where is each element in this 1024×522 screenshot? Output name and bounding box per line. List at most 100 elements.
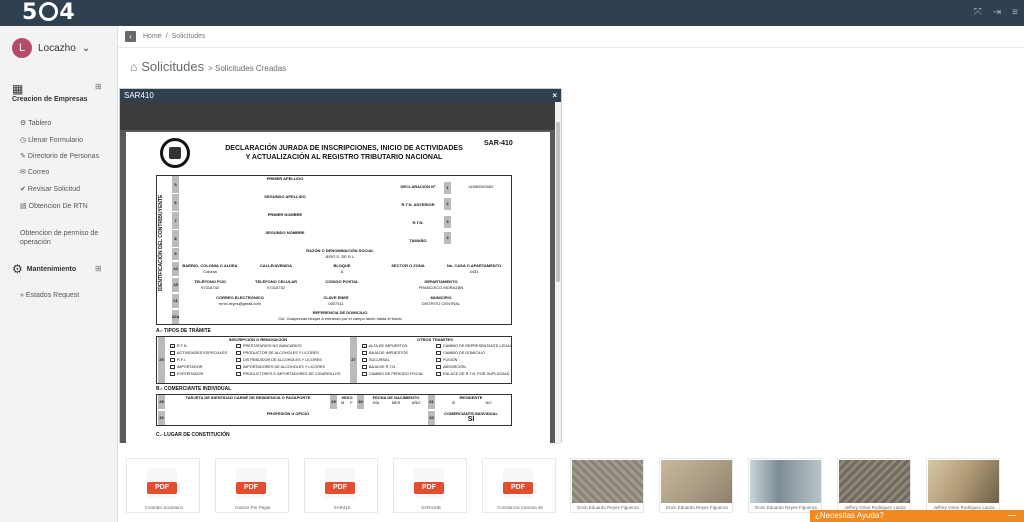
avatar: L <box>12 38 32 58</box>
label-postal: CÓDIGO POSTAL <box>325 279 359 284</box>
help-chat-widget[interactable]: ¿Necesitas Ayuda? — <box>810 510 1024 522</box>
checkbox[interactable] <box>362 372 367 376</box>
sidebar-item-permiso[interactable]: Obtencion de permiso de operación <box>20 229 110 247</box>
section-creacion-empresas[interactable]: ▦ Creacion de Empresas <box>12 82 87 103</box>
checkbox[interactable] <box>362 365 367 369</box>
field-number: 1 <box>444 182 451 194</box>
attachment-photo[interactable]: Emin Eduardo Reyes Figueroa <box>659 458 733 513</box>
checkbox-mark[interactable]: X <box>362 344 367 349</box>
modal-scrollbar[interactable] <box>555 102 561 444</box>
sidebar-item-label: Tablero <box>28 120 52 127</box>
check-label: EXPORTADOR <box>177 372 204 376</box>
field-number: 10 <box>172 262 179 276</box>
field-number: 28 <box>158 395 165 409</box>
check-label: ALTA DE IMPUESTOS <box>369 344 408 348</box>
top-navbar: 54 ⤧ ⇥ ≡ <box>0 0 1024 26</box>
checkbox[interactable] <box>170 358 175 362</box>
help-label: ¿Necesitas Ayuda? <box>815 511 884 520</box>
field-number: 32 <box>158 411 165 425</box>
checkbox[interactable] <box>236 344 241 348</box>
checkbox[interactable] <box>436 372 441 376</box>
sidebar-item-llenar-formulario[interactable]: ◷ Llenar Formulario <box>20 136 83 144</box>
side-label: IDENTIFICACIÓN DEL CONTRIBUYENTE <box>158 194 164 292</box>
attachment-sar410[interactable]: PDF SAR410 <box>304 458 378 513</box>
page-subtitle: > Solicitudes Creadas <box>208 64 287 73</box>
expand-icon[interactable]: ⤧ <box>974 6 982 20</box>
attachment-gastos-por-pagar[interactable]: PDF Gastos Por Pagar <box>215 458 289 513</box>
check-label: DISTRIBUIDOR DE ALCOHOLES Y LICORES <box>243 358 322 362</box>
palette-icon: ⚙ <box>20 120 27 127</box>
checkbox[interactable] <box>170 351 175 355</box>
field-number: 21 <box>172 294 179 308</box>
checkbox[interactable] <box>236 351 241 355</box>
attachment-photo[interactable]: Emin Eduardo Reyes Figueroa <box>748 458 822 513</box>
back-button[interactable]: ‹ <box>125 31 136 42</box>
checkbox[interactable] <box>436 358 441 362</box>
label-segundo-nombre: SEGUNDO NOMBRE <box>265 230 305 235</box>
sidebar-item-revisar[interactable]: ✔ Revisar Solicitud <box>20 185 80 193</box>
sex-m: M <box>340 400 345 405</box>
page-title-text: Solicitudes <box>141 59 205 74</box>
attachment-photo[interactable]: Jeffrey Omar Rodriguez Lanza <box>837 458 911 513</box>
expand-plus-icon[interactable]: ⊞ <box>95 264 102 273</box>
checkbox[interactable] <box>362 351 367 355</box>
document-viewer-modal: SAR410 × DECLARACIÓN JURADA DE INSCRIPCI… <box>119 88 562 444</box>
sidebar-item-directorio[interactable]: ✎ Directorio de Personas <box>20 152 99 160</box>
sidebar-item-tablero[interactable]: ⚙ Tablero <box>20 119 51 127</box>
checkbox[interactable] <box>170 365 175 369</box>
breadcrumb-home[interactable]: Home <box>143 33 162 40</box>
form-code: SAR-410 <box>484 140 513 147</box>
menu-icon[interactable]: ≡ <box>1012 6 1018 20</box>
value-municipio: DISTRITO CENTRAL <box>421 301 461 306</box>
label-primer-apellido: PRIMER APELLIDO <box>266 176 304 181</box>
attachment-caption: SAR410 <box>333 505 351 510</box>
field-number: 8 <box>172 230 179 247</box>
sidebar-item-correo[interactable]: ✉ Correo <box>20 168 49 176</box>
checkbox[interactable] <box>236 358 241 362</box>
attachment-photo[interactable]: Emin Eduardo Reyes Figueroa <box>570 458 644 513</box>
check-label: IMPORTADOR <box>177 365 203 369</box>
field-number: 7 <box>172 212 179 229</box>
pdf-badge: PDF <box>147 482 177 494</box>
close-icon[interactable]: × <box>552 91 557 100</box>
user-menu[interactable]: L Locazho ⌄ <box>12 38 90 58</box>
sidebar-item-label: Correo <box>27 169 50 176</box>
checkbox[interactable] <box>436 351 441 355</box>
attachment-photo[interactable]: Jeffrey Omar Rodriguez Lanza <box>926 458 1000 513</box>
checkbox[interactable] <box>362 358 367 362</box>
attachment-constancia-camara[interactable]: PDF Constancia Camara de <box>482 458 556 513</box>
checkbox-mark[interactable]: X <box>170 344 175 349</box>
check-label: ACTIVIDADES ESPECIALES <box>177 351 228 355</box>
checkbox[interactable] <box>170 372 175 376</box>
minimize-icon[interactable]: — <box>1008 510 1016 522</box>
pdf-document[interactable]: DECLARACIÓN JURADA DE INSCRIPCIONES, INI… <box>120 130 556 443</box>
brand-logo[interactable]: 54 <box>22 1 76 25</box>
field-number: 6 <box>172 194 179 211</box>
sidebar: L Locazho ⌄ ▦ Creacion de Empresas ⊞ ⚙ Ta… <box>0 26 118 522</box>
scrollbar-thumb[interactable] <box>556 122 560 282</box>
chevron-down-icon: ⌄ <box>81 42 91 54</box>
document-title: DECLARACIÓN JURADA DE INSCRIPCIONES, INI… <box>214 144 474 162</box>
checkbox[interactable] <box>436 365 441 369</box>
attachment-sar410b[interactable]: PDF SAR410B <box>393 458 467 513</box>
section-mantenimiento[interactable]: ⚙ Mantenimiento <box>12 262 76 276</box>
checkbox[interactable] <box>236 372 241 376</box>
field-number: 15 <box>172 278 179 292</box>
pdf-badge: PDF <box>414 482 444 494</box>
id-card-photo <box>750 460 821 503</box>
breadcrumb-sep: / <box>165 33 168 40</box>
checkbox[interactable] <box>236 365 241 369</box>
attachment-caption: Emin Eduardo Reyes Figueroa <box>577 505 639 510</box>
expand-plus-icon[interactable]: ⊞ <box>95 82 102 91</box>
sidebar-item-rtn[interactable]: ▤ Obtencion De RTN <box>20 202 88 210</box>
checkbox[interactable] <box>436 344 441 348</box>
attachment-contrato-societario[interactable]: PDF Contrato Societario <box>126 458 200 513</box>
value-tel-cel: 97318732 <box>267 285 285 290</box>
section-title: Mantenimiento <box>26 265 77 273</box>
field-number: 9 <box>172 248 179 260</box>
logo-digit-right: 4 <box>59 0 76 25</box>
logout-icon[interactable]: ⇥ <box>993 6 1001 20</box>
check-label: PRESTATARIOS NO BANCARIOS <box>243 344 302 348</box>
building-icon: ▦ <box>12 82 24 96</box>
sidebar-item-estados[interactable]: » Estados Request <box>20 292 79 299</box>
